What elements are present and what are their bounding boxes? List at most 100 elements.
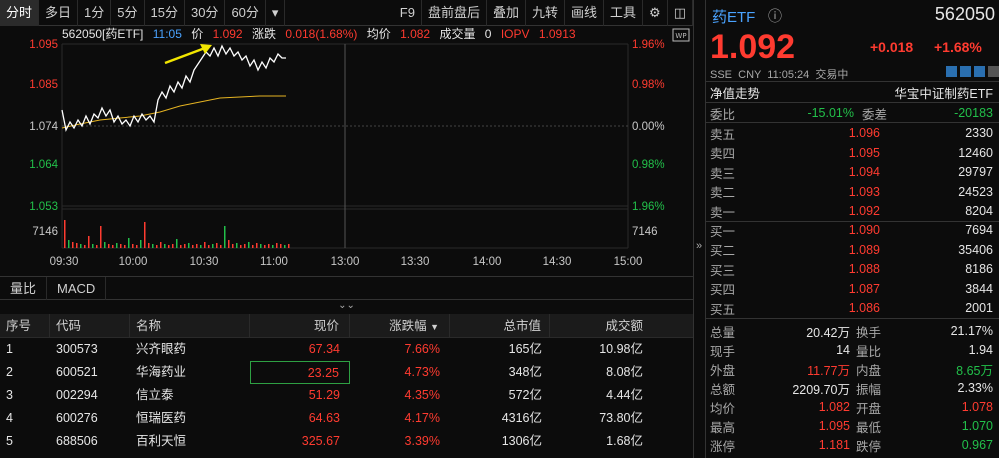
bids-volume: 7694 [965, 223, 993, 237]
table-body: 1 300573 兴齐眼药 67.34 7.66% 165亿 10.98亿 2 600521 华海… [0, 338, 693, 453]
header-index[interactable]: 序号 [0, 313, 50, 338]
x-axis: 09:30 10:00 10:30 11:00 13:00 13:30 14:00 14:30… [50, 256, 643, 268]
bids-price: 1.087 [848, 281, 880, 296]
weibi-label: 委比 [710, 107, 736, 122]
toolbar-btn-4[interactable]: 画线 [565, 0, 605, 26]
period-toolbar: 分时 多日 1分 5分 15分 30分 60分 ▾ F9 盘前盘后 叠加 九转 画线 工具 ⚙ ◫ [0, 0, 693, 26]
alert-icon[interactable] [974, 66, 985, 77]
period-tab-5[interactable]: 30分 [185, 0, 226, 26]
toolbar-btn-2[interactable]: 叠加 [487, 0, 526, 26]
volume-bar [276, 243, 278, 248]
x-tick: 14:00 [473, 256, 502, 268]
table-header: 序号 代码 名称 现价 涨跌幅 ▼ 总市值 成交额 [0, 313, 693, 338]
panel-divider[interactable] [693, 0, 706, 458]
table-row[interactable]: 4 600276 恒瑞医药 64.63 4.17% 4316亿 73.80亿 [0, 407, 693, 430]
toolbar-btn-1[interactable]: 盘前盘后 [422, 0, 487, 26]
header-price[interactable]: 现价 [250, 313, 350, 338]
period-more-dropdown[interactable]: ▾ [266, 0, 286, 26]
asks-price: 1.092 [848, 204, 880, 219]
row-turnover: 10.98亿 [599, 342, 643, 356]
nav-label: 净值走势 [710, 86, 761, 101]
asks-level[interactable]: 卖一 1.092 8204 [706, 201, 999, 221]
stat-row: 均价 1.082 开盘 1.078 [706, 397, 999, 417]
bids-level[interactable]: 买二 1.089 35406 [706, 240, 999, 260]
header-market-cap[interactable]: 总市值 [450, 313, 550, 338]
expand-arrow-icon[interactable]: » [696, 240, 702, 252]
asks-level[interactable]: 卖二 1.093 24523 [706, 182, 999, 202]
weicha-label: 委差 [862, 107, 888, 122]
row-index: 1 [6, 342, 13, 356]
nav-row[interactable]: 净值走势 华宝中证制药ETF [706, 82, 999, 102]
stat-label: 总量 [710, 325, 736, 340]
toolbar-btn-3[interactable]: 九转 [526, 0, 566, 26]
row-code: 688506 [56, 434, 98, 448]
volume-tick: 7146 [632, 226, 658, 238]
bids-label: 买五 [710, 302, 736, 317]
toolbar-btn-0[interactable]: F9 [394, 0, 422, 26]
stat-label: 涨停 [710, 439, 736, 454]
table-row[interactable]: 1 300573 兴齐眼药 67.34 7.66% 165亿 10.98亿 [0, 338, 693, 361]
stat-label: 均价 [710, 401, 736, 416]
x-tick: 09:30 [50, 256, 79, 268]
gear-icon[interactable]: ⚙ [643, 0, 668, 26]
quote-change: +0.018 [870, 39, 914, 55]
volume-bar [264, 245, 266, 248]
note-icon[interactable] [960, 66, 971, 77]
header-name[interactable]: 名称 [130, 313, 250, 338]
more-icon[interactable] [988, 66, 999, 77]
header-change-pct[interactable]: 涨跌幅 ▼ [350, 313, 450, 338]
volume-bar [92, 244, 94, 248]
collapse-toggle-icon[interactable]: ⌄⌄ [0, 300, 693, 314]
layout-icon[interactable]: ◫ [668, 0, 693, 26]
row-market-cap: 348亿 [508, 365, 542, 379]
volume-bar [248, 242, 250, 248]
asks-level[interactable]: 卖三 1.094 29797 [706, 162, 999, 182]
tab-volume-ratio[interactable]: 量比 [0, 276, 48, 300]
pencil-icon[interactable] [946, 66, 957, 77]
volume-bar [176, 239, 178, 248]
period-tab-0[interactable]: 分时 [0, 0, 40, 26]
period-tab-3[interactable]: 5分 [111, 0, 145, 26]
volume-bar [160, 242, 162, 248]
intraday-chart[interactable]: 1.095 1.085 1.074 1.064 1.053 7146 7146 1.96% 0… [0, 26, 693, 276]
stat-label: 跌停 [856, 439, 882, 454]
stat-value: 1.078 [961, 400, 993, 414]
volume-bar [84, 245, 86, 248]
indicator-tabs: 量比 MACD [0, 276, 693, 300]
stat-value: 21.17% [950, 324, 993, 338]
period-tab-4[interactable]: 15分 [145, 0, 185, 26]
quote-code: 562050 [934, 4, 995, 24]
toolbar-btn-5[interactable]: 工具 [604, 0, 644, 26]
table-row[interactable]: 5 688506 百利天恒 325.67 3.39% 1306亿 1.68亿 [0, 430, 693, 453]
period-tab-1[interactable]: 多日 [39, 0, 79, 26]
volume-bar [236, 243, 238, 248]
period-tab-2[interactable]: 1分 [78, 0, 112, 26]
info-icon[interactable]: ⓘ [768, 6, 782, 26]
table-row[interactable]: 3 002294 信立泰 51.29 4.35% 572亿 4.44亿 [0, 384, 693, 407]
period-tab-6[interactable]: 60分 [225, 0, 266, 26]
volume-bar [64, 220, 66, 248]
tab-macd[interactable]: MACD [47, 276, 107, 300]
bids-level[interactable]: 买三 1.088 8186 [706, 259, 999, 279]
asks-price: 1.096 [848, 126, 880, 140]
volume-bar [200, 245, 202, 248]
constituents-table: 序号 代码 名称 现价 涨跌幅 ▼ 总市值 成交额 1 300573 兴齐眼药 67.… [0, 313, 693, 453]
table-row[interactable]: 2 600521 华海药业 23.25 4.73% 348亿 8.08亿 [0, 361, 693, 384]
stat-row: 涨停 1.181 跌停 0.967 [706, 435, 999, 455]
header-code[interactable]: 代码 [50, 313, 130, 338]
asks-price: 1.093 [848, 184, 880, 199]
y-axis-right: 1.96% 0.98% 0.00% 0.98% 1.96% [632, 39, 665, 213]
stat-label: 振幅 [856, 382, 882, 397]
bids-level[interactable]: 买一 1.090 7694 [706, 220, 999, 240]
asks-level[interactable]: 卖四 1.095 12460 [706, 143, 999, 163]
bids-level[interactable]: 买五 1.086 2001 [706, 298, 999, 318]
volume-bar [100, 226, 102, 248]
asks-level[interactable]: 卖五 1.096 2330 [706, 123, 999, 143]
stat-value: 20.42万 [806, 325, 850, 340]
weicha-value: -20183 [954, 106, 993, 120]
bids-level[interactable]: 买四 1.087 3844 [706, 279, 999, 299]
volume-bar [164, 244, 166, 248]
row-market-cap: 165亿 [508, 342, 542, 356]
y-tick-right: 0.98% [632, 159, 665, 171]
header-turnover[interactable]: 成交额 [550, 314, 653, 338]
